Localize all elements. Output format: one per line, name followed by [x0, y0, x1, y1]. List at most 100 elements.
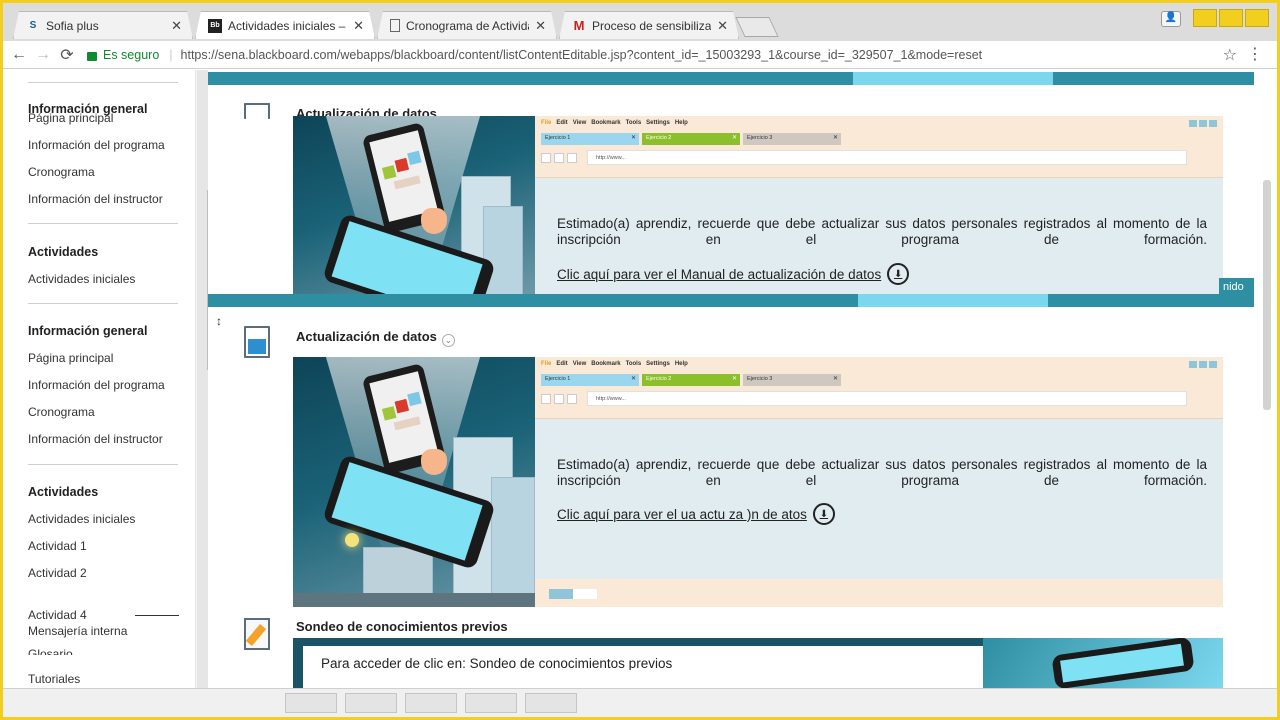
item-title-sondeo[interactable]: Sondeo de conocimientos previos [296, 619, 508, 634]
close-icon[interactable]: ✕ [171, 18, 182, 34]
menu-item-actividad-2[interactable]: Actividad 2 [28, 566, 87, 580]
menu-item-pagina-principal-ghost[interactable]: Página principal [28, 111, 113, 125]
new-tab-button[interactable] [735, 17, 779, 37]
bookmark-star-icon[interactable]: ☆ [1223, 45, 1237, 65]
menu-heading-informacion-general: Información general [28, 324, 148, 338]
page-scrollbar[interactable] [1254, 70, 1280, 688]
close-icon[interactable]: ✕ [353, 18, 364, 34]
document-icon [244, 103, 270, 119]
mockup-tab: Ejercicio 1 ✕ [541, 374, 639, 386]
menu-item-actividad-4[interactable]: Actividad 4 [28, 608, 87, 622]
course-menu: Información general Página principal Inf… [3, 70, 196, 688]
download-icon[interactable]: ⬇ [887, 263, 910, 285]
content-divider-stripe [208, 294, 1254, 307]
menu-divider [28, 223, 178, 224]
forward-arrow-icon[interactable]: → [31, 46, 55, 64]
document-icon [244, 326, 270, 358]
banner-illustration [293, 116, 535, 294]
tab-title: Actividades iniciales – D [228, 18, 348, 33]
banner-actualizacion-datos-2: File Edit View Bookmark Tools Settings Help Ej… [293, 357, 1223, 607]
address-bar[interactable]: Es seguro | https://sena.blackboard.com/… [87, 44, 1237, 66]
mockup-url: http://www... [587, 391, 1187, 406]
reload-icon[interactable]: ⟳ [55, 45, 79, 65]
banner-footer-dark [293, 593, 535, 607]
mockup-menu: File Edit View Bookmark Tools Settings Help [541, 361, 688, 367]
banner-browser-mockup: File Edit View Bookmark Tools Settings Help Ej… [535, 116, 1223, 178]
close-icon[interactable]: ✕ [535, 18, 546, 34]
mockup-menu: File Edit View Bookmark Tools Settings Help [541, 120, 688, 126]
menu-item-actividad-1[interactable]: Actividad 1 [28, 539, 87, 553]
taskbar [3, 688, 1277, 717]
menu-item-actividades-iniciales[interactable]: Actividades iniciales [28, 512, 135, 526]
blackboard-icon: Bb [208, 19, 222, 33]
tab-proceso-sensibilizacion[interactable]: M Proceso de sensibilizació ✕ [559, 11, 739, 39]
menu-item-informacion-instructor-ghost[interactable]: Información del instructor [28, 192, 163, 206]
taskbar-item[interactable] [525, 693, 577, 713]
banner-message: Estimado(a) aprendiz, recuerde que debe … [557, 216, 1207, 247]
pencil-icon [244, 618, 270, 650]
menu-item-tutoriales[interactable]: Tutoriales [28, 672, 80, 686]
menu-item-informacion-programa-ghost[interactable]: Información del programa [28, 138, 165, 152]
menu-divider [28, 464, 178, 465]
mockup-tab: Ejercicio 3 ✕ [743, 133, 841, 145]
taskbar-item[interactable] [345, 693, 397, 713]
tab-title: Proceso de sensibilizació [592, 18, 712, 33]
page-area: Información general Página principal Inf… [3, 70, 1277, 688]
chevron-down-icon[interactable]: ⌄ [441, 334, 455, 347]
tab-actividades-iniciales[interactable]: Bb Actividades iniciales – D ✕ [195, 11, 375, 39]
manual-link[interactable]: Clic aquí para ver el ua actu za )n de a… [557, 503, 835, 525]
back-arrow-icon[interactable]: ← [7, 46, 31, 64]
taskbar-item[interactable] [465, 693, 517, 713]
separator: | [169, 47, 173, 62]
banner-footer [535, 579, 1223, 607]
tab-cronograma[interactable]: Cronograma de Activida ✕ [377, 11, 557, 39]
download-icon[interactable]: ⬇ [812, 503, 835, 525]
menu-item-cronograma[interactable]: Cronograma [28, 405, 95, 419]
header-stripe [208, 72, 1254, 85]
lock-icon [87, 52, 97, 61]
taskbar-item[interactable] [285, 693, 337, 713]
mockup-tab: Ejercicio 3 ✕ [743, 374, 841, 386]
item-title-text[interactable]: Actualización de datos [296, 329, 437, 344]
restore-button[interactable] [1245, 9, 1269, 27]
menu-kebab-icon[interactable]: ⋮ [1247, 44, 1263, 64]
document-icon [390, 19, 400, 32]
menu-item-glosario[interactable]: Glosario [28, 647, 73, 655]
secure-label: Es seguro [103, 47, 160, 62]
minimize-button[interactable] [1193, 9, 1217, 27]
close-icon[interactable]: ✕ [717, 18, 728, 34]
taskbar-item[interactable] [405, 693, 457, 713]
tab-sofia-plus[interactable]: S Sofia plus ✕ [13, 11, 193, 39]
mockup-tab: Ejercicio 1 ✕ [541, 133, 639, 145]
banner-message: Estimado(a) aprendiz, recuerde que debe … [557, 457, 1207, 488]
sondeo-message: Para acceder de clic en: Sondeo de conoc… [321, 656, 673, 670]
resize-cursor-icon: ↕ [216, 314, 222, 328]
user-profile-icon[interactable]: 👤 [1161, 11, 1181, 27]
mockup-url: http://www... [587, 150, 1187, 165]
sofia-plus-icon: S [29, 20, 37, 31]
manual-link-text[interactable]: Clic aquí para ver el Manual de actualiz… [557, 267, 881, 282]
gmail-icon: M [573, 18, 585, 33]
browser-tab-strip: S Sofia plus ✕ Bb Actividades iniciales … [3, 3, 1277, 41]
tab-title: Sofia plus [46, 18, 99, 33]
banner-sondeo: Para acceder de clic en: Sondeo de conoc… [293, 638, 1223, 688]
maximize-button[interactable] [1219, 9, 1243, 27]
scrollbar-thumb[interactable] [1263, 180, 1271, 410]
menu-item-actividades-iniciales-ghost[interactable]: Actividades iniciales [28, 272, 135, 286]
menu-heading-actividades: Actividades [28, 485, 99, 499]
menu-item-informacion-programa[interactable]: Información del programa [28, 378, 165, 392]
menu-divider [135, 615, 179, 616]
content-area: Actualización de datos File Edit View Bo… [208, 70, 1254, 688]
banner-illustration [293, 357, 535, 607]
menu-item-mensajeria-interna[interactable]: Mensajería interna [28, 624, 127, 638]
menu-heading-actividades-ghost: Actividades [28, 245, 99, 259]
menu-divider [28, 303, 178, 304]
manual-link-text[interactable]: Clic aquí para ver el ua actu za )n de a… [557, 507, 807, 522]
menu-item-cronograma-ghost[interactable]: Cronograma [28, 165, 95, 179]
item-title-actualizacion-datos[interactable]: Actualización de datos ⌄ [296, 329, 455, 347]
item-title[interactable]: Actualización de datos [296, 106, 437, 116]
menu-item-pagina-principal[interactable]: Página principal [28, 351, 113, 365]
menu-item-informacion-instructor[interactable]: Información del instructor [28, 432, 163, 446]
manual-link[interactable]: Clic aquí para ver el Manual de actualiz… [557, 263, 910, 285]
mockup-tab: Ejercicio 2 ✕ [642, 374, 740, 386]
